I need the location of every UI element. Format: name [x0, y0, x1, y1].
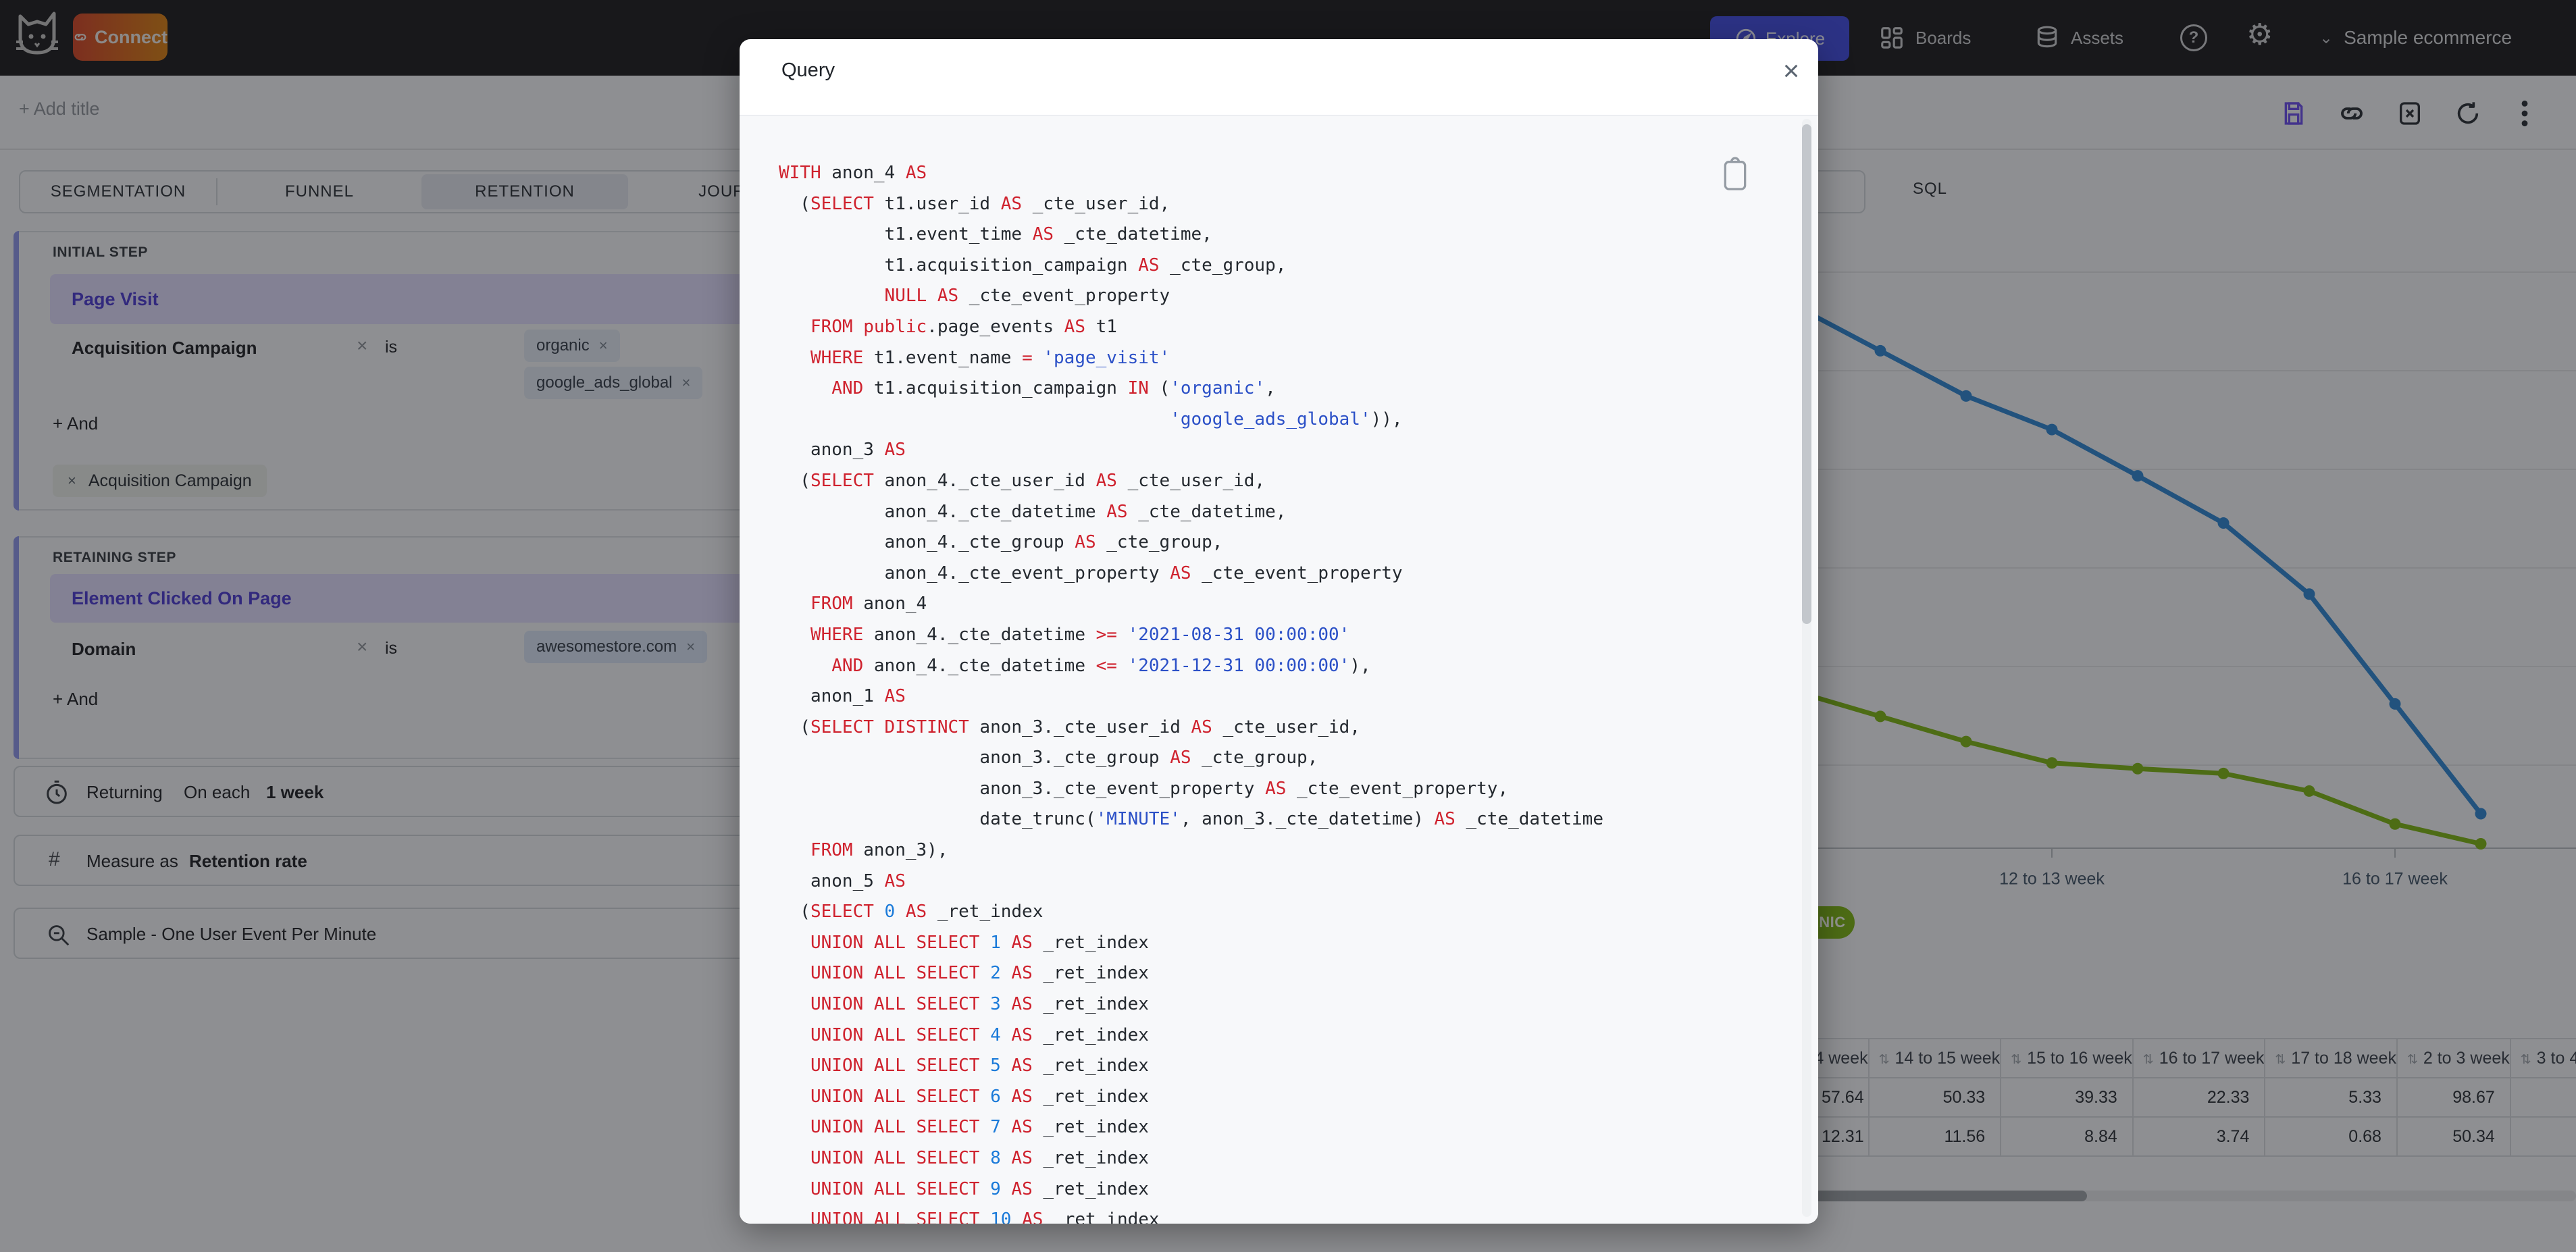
sql-line: FROM public.page_events AS t1 — [810, 316, 1117, 337]
sql-line: anon_1 AS — [779, 686, 906, 707]
sql-line: UNION ALL SELECT 7 AS _ret_index — [810, 1117, 1149, 1138]
sql-line: UNION ALL SELECT 5 AS _ret_index — [810, 1055, 1149, 1076]
sql-line: UNION ALL SELECT 8 AS _ret_index — [810, 1148, 1149, 1168]
sql-query-panel[interactable]: WITH anon_4 AS (SELECT t1.user_id AS _ct… — [740, 116, 1818, 1224]
sql-line: anon_3 AS — [779, 440, 906, 461]
sql-line: (SELECT 0 AS _ret_index — [779, 902, 1044, 922]
sql-line: anon_4._cte_event_property AS _cte_event… — [779, 563, 1403, 583]
sql-line: t1.event_time AS _cte_datetime, — [779, 224, 1212, 245]
sql-line: AND anon_4._cte_datetime <= '2021-12-31 … — [831, 655, 1371, 676]
sql-line: UNION ALL SELECT 2 AS _ret_index — [810, 963, 1149, 984]
sql-line: (SELECT anon_4._cte_user_id AS _cte_user… — [779, 470, 1266, 491]
sql-line: UNION ALL SELECT 6 AS _ret_index — [810, 1086, 1149, 1107]
sql-line: 'google_ads_global')), — [1170, 409, 1403, 429]
sql-line: UNION ALL SELECT 3 AS _ret_index — [810, 994, 1149, 1015]
sql-line: (SELECT DISTINCT anon_3._cte_user_id AS … — [779, 716, 1360, 737]
sql-line: NULL AS _cte_event_property — [884, 286, 1170, 307]
sql-line: UNION ALL SELECT 10 AS _ret_index — [810, 1209, 1160, 1224]
close-icon[interactable]: × — [1774, 54, 1808, 88]
sql-line: WITH anon_4 AS — [779, 163, 927, 183]
sql-line: anon_4._cte_datetime AS _cte_datetime, — [779, 501, 1287, 522]
sql-line: UNION ALL SELECT 1 AS _ret_index — [810, 932, 1149, 953]
sql-line: AND t1.acquisition_campaign IN ('organic… — [831, 378, 1276, 399]
sql-line: FROM anon_4 — [810, 594, 927, 615]
sql-line: WHERE t1.event_name = 'page_visit' — [810, 347, 1170, 368]
sql-code: WITH anon_4 AS (SELECT t1.user_id AS _ct… — [779, 158, 1603, 1224]
sql-line: date_trunc('MINUTE', anon_3._cte_datetim… — [779, 809, 1603, 830]
modal-title: Query — [781, 59, 835, 81]
clipboard-copy-icon[interactable] — [1720, 157, 1750, 192]
sql-line: anon_5 AS — [779, 870, 906, 891]
sql-line: anon_4._cte_group AS _cte_group, — [779, 532, 1223, 553]
sql-line: WHERE anon_4._cte_datetime >= '2021-08-3… — [810, 624, 1350, 645]
modal-scrollbar-thumb[interactable] — [1802, 124, 1811, 624]
query-modal: Query × WITH anon_4 AS (SELECT t1.user_i… — [740, 39, 1818, 1224]
sql-line: FROM anon_3), — [810, 840, 948, 861]
screen: Connect Explore Boards Assets ? ⚙ ⌄ Samp… — [0, 0, 2576, 1252]
sql-line: anon_3._cte_event_property AS _cte_event… — [779, 778, 1509, 799]
sql-line: anon_3._cte_group AS _cte_group, — [779, 748, 1318, 768]
sql-line: UNION ALL SELECT 4 AS _ret_index — [810, 1024, 1149, 1045]
sql-line: UNION ALL SELECT 9 AS _ret_index — [810, 1178, 1149, 1199]
sql-line: t1.acquisition_campaign AS _cte_group, — [779, 255, 1287, 276]
sql-line: (SELECT t1.user_id AS _cte_user_id, — [779, 193, 1170, 214]
